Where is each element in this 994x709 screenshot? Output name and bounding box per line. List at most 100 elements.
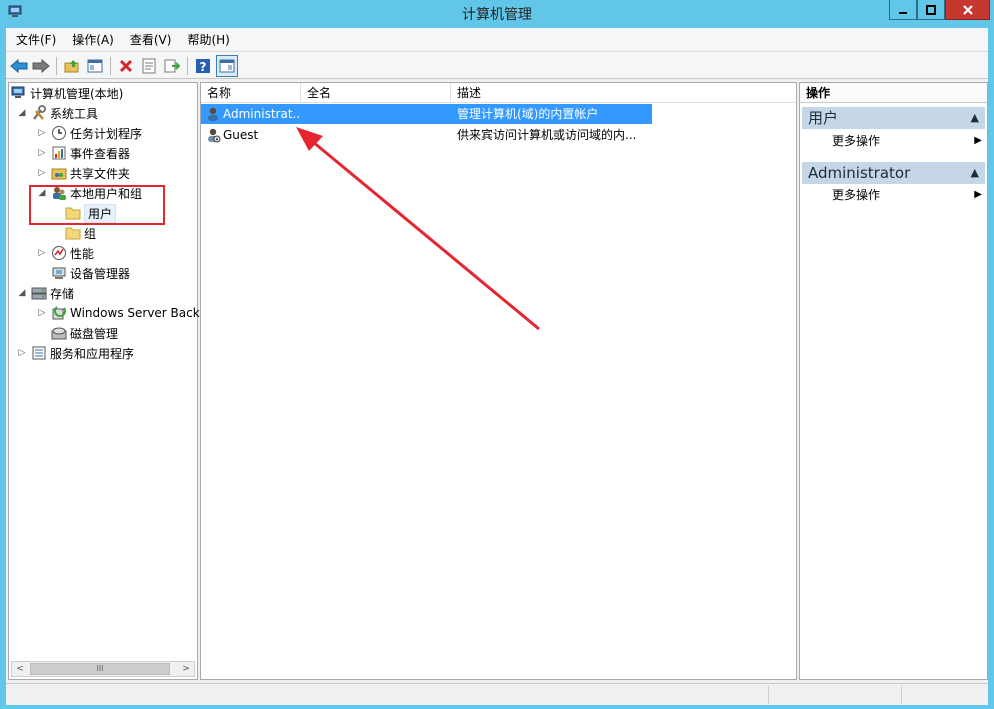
device-manager-icon	[51, 265, 67, 281]
tree-item-label: 共享文件夹	[70, 166, 131, 181]
tree-item-groups[interactable]: 组	[65, 223, 96, 243]
collapse-up-icon[interactable]: ▲	[971, 107, 979, 129]
user-fullname-cell	[307, 125, 447, 145]
folder-icon	[65, 205, 81, 221]
more-actions-administrator[interactable]: 更多操作 ▶	[832, 185, 982, 205]
tree-item-label: Windows Server Back	[70, 306, 200, 320]
status-segment	[901, 686, 902, 704]
tree-item-device-manager[interactable]: 设备管理器	[51, 263, 130, 283]
more-actions-users[interactable]: 更多操作 ▶	[832, 131, 982, 151]
tree-horizontal-scrollbar[interactable]: < III >	[11, 661, 195, 677]
properties-button[interactable]	[138, 55, 160, 77]
local-users-icon	[51, 185, 67, 201]
column-header-description[interactable]: 描述	[451, 83, 796, 103]
tree-item-label: 计算机管理(本地)	[30, 86, 124, 101]
action-pane-icon	[219, 59, 235, 73]
tree-item-storage[interactable]: ◢ 存储	[17, 283, 74, 303]
action-section-users[interactable]: 用户 ▲	[802, 107, 985, 129]
up-folder-icon	[64, 60, 79, 73]
column-header-name[interactable]: 名称	[201, 83, 301, 103]
tree-item-label: 系统工具	[50, 106, 99, 121]
user-description-cell: 供来宾访问计算机或访问域的内...	[457, 128, 637, 142]
back-button[interactable]	[8, 55, 30, 77]
delete-button[interactable]	[115, 55, 137, 77]
properties-icon	[142, 58, 156, 74]
submenu-arrow-icon: ▶	[974, 135, 982, 146]
export-icon	[164, 59, 180, 73]
action-section-label: Administrator	[808, 164, 911, 182]
status-segment	[768, 686, 769, 704]
performance-icon	[51, 245, 67, 261]
user-name-cell: Guest	[223, 128, 259, 142]
expand-icon[interactable]: ▷	[37, 308, 47, 318]
scroll-right-icon[interactable]: >	[178, 662, 194, 676]
tree-item-label: 用户	[84, 203, 117, 223]
tree-item-system-tools[interactable]: ◢ 系统工具	[17, 103, 98, 123]
action-pane-toggle-button[interactable]	[216, 55, 238, 77]
show-hide-tree-button[interactable]	[84, 55, 106, 77]
services-icon	[31, 345, 47, 361]
maximize-icon	[926, 4, 936, 15]
expand-icon[interactable]: ▷	[37, 148, 47, 158]
tree-item-services-applications[interactable]: ▷ 服务和应用程序	[17, 343, 134, 363]
expand-icon[interactable]: ▷	[17, 348, 27, 358]
toolbar-separator	[56, 57, 57, 75]
tree-item-label: 磁盘管理	[70, 326, 119, 341]
table-row[interactable]: Administrat... 管理计算机(域)的内置帐户	[201, 104, 652, 124]
minimize-button[interactable]	[889, 0, 917, 20]
toolbar: ?	[6, 51, 988, 79]
expand-icon[interactable]: ▷	[37, 128, 47, 138]
window-title: 计算机管理	[462, 7, 532, 23]
tree-item-task-scheduler[interactable]: ▷ 任务计划程序	[37, 123, 142, 143]
collapse-icon[interactable]: ◢	[17, 288, 27, 298]
console-tree: 计算机管理(本地) ◢ 系统工具 ▷ 任务计划程序 ▷ 事件查看器 ▷ 共享文件…	[8, 82, 200, 680]
shared-folder-icon	[51, 165, 67, 181]
menu-help[interactable]: 帮助(H)	[181, 31, 235, 48]
action-item-label: 更多操作	[832, 188, 881, 202]
title-bar: 计算机管理	[0, 0, 994, 26]
export-button[interactable]	[161, 55, 183, 77]
collapse-icon[interactable]: ◢	[17, 108, 27, 118]
table-row[interactable]: Guest 供来宾访问计算机或访问域的内...	[201, 125, 652, 145]
tree-item-label: 组	[84, 226, 97, 241]
tree-item-computer-management[interactable]: 计算机管理(本地)	[11, 83, 123, 103]
action-section-label: 用户	[808, 109, 839, 127]
submenu-arrow-icon: ▶	[974, 189, 982, 200]
close-button[interactable]	[945, 0, 990, 20]
storage-icon	[31, 285, 47, 301]
collapse-icon[interactable]: ◢	[37, 188, 47, 198]
tree-item-label: 服务和应用程序	[50, 346, 135, 361]
action-item-label: 更多操作	[832, 134, 881, 148]
tree-item-windows-server-backup[interactable]: ▷ Windows Server Back	[37, 303, 200, 323]
tree-item-disk-management[interactable]: 磁盘管理	[51, 323, 118, 343]
column-header-fullname[interactable]: 全名	[301, 83, 451, 103]
forward-button[interactable]	[30, 55, 52, 77]
window-frame: 文件(F) 操作(A) 查看(V) 帮助(H) ? 计算机管理(本地) ◢ 系统…	[6, 28, 988, 705]
menu-file[interactable]: 文件(F)	[10, 31, 62, 48]
annotation-arrow	[296, 127, 540, 331]
actions-pane: 操作 用户 ▲ 更多操作 ▶ Administrator ▲ 更多操作 ▶	[799, 82, 988, 680]
tree-item-event-viewer[interactable]: ▷ 事件查看器	[37, 143, 130, 163]
menu-action[interactable]: 操作(A)	[66, 31, 120, 48]
task-scheduler-icon	[51, 125, 67, 141]
user-icon	[205, 127, 221, 143]
up-level-button[interactable]	[61, 55, 83, 77]
menu-view[interactable]: 查看(V)	[124, 31, 178, 48]
backup-icon	[51, 305, 67, 321]
tree-item-label: 性能	[70, 246, 95, 261]
scroll-left-icon[interactable]: <	[12, 662, 28, 676]
tree-item-users[interactable]: 用户	[65, 203, 117, 223]
maximize-button[interactable]	[917, 0, 945, 20]
status-bar	[6, 683, 988, 705]
expand-icon[interactable]: ▷	[37, 248, 47, 258]
tree-item-performance[interactable]: ▷ 性能	[37, 243, 94, 263]
collapse-up-icon[interactable]: ▲	[971, 162, 979, 184]
tree-item-shared-folders[interactable]: ▷ 共享文件夹	[37, 163, 130, 183]
help-button[interactable]: ?	[192, 55, 214, 77]
user-icon	[205, 106, 221, 122]
tree-item-local-users-groups[interactable]: ◢ 本地用户和组	[37, 183, 142, 203]
scrollbar-thumb[interactable]: III	[30, 663, 170, 675]
expand-icon[interactable]: ▷	[37, 168, 47, 178]
action-section-administrator[interactable]: Administrator ▲	[802, 162, 985, 184]
close-icon	[962, 4, 973, 15]
